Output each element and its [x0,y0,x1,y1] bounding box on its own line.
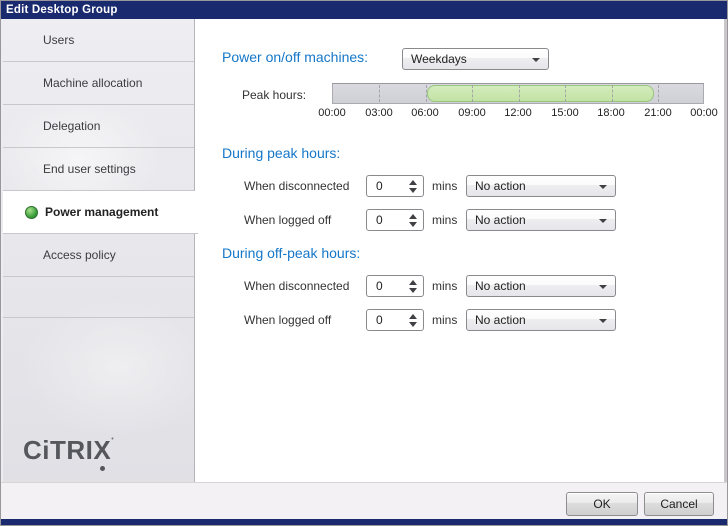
when-disconnected-label: When disconnected [244,179,350,193]
sidebar-item-delegation[interactable]: Delegation [3,105,194,148]
peak-loggedoff-action-select[interactable]: No action [466,209,616,231]
power-onoff-schedule-select[interactable]: Weekdays [402,48,549,70]
peak-disconnected-row: When disconnected 0 mins No action [198,175,724,197]
peak-disconnected-action-select[interactable]: No action [466,175,616,197]
sidebar-item-power-management[interactable]: Power management [3,191,198,234]
chevron-down-icon [599,285,607,289]
timeline-gridline [426,85,427,102]
sidebar-item-label: Delegation [43,119,101,133]
cancel-button[interactable]: Cancel [644,492,714,516]
when-disconnected-label: When disconnected [244,279,350,293]
during-peak-hours-heading: During peak hours: [222,145,341,161]
offpeak-disconnected-row: When disconnected 0 mins No action [198,275,724,297]
sidebar-item-machine-allocation[interactable]: Machine allocation [3,62,194,105]
timeline-gridline [658,85,659,102]
spin-down-icon[interactable] [409,221,417,227]
when-logged-off-label: When logged off [244,213,332,227]
offpeak-loggedoff-action-select[interactable]: No action [466,309,616,331]
sidebar-item-label: Access policy [43,248,116,262]
citrix-logo-dot [100,466,106,471]
power-onoff-heading: Power on/off machines: [222,49,369,65]
citrix-logo-text: CiTRIX [23,435,112,465]
offpeak-loggedoff-row: When logged off 0 mins No action [198,309,724,331]
window-title: Edit Desktop Group [6,4,118,16]
timeline-tick-label: 00:00 [690,107,718,119]
timeline-gridline [379,85,380,102]
power-management-status-icon [25,205,38,219]
citrix-logo: CiTRIX• [23,435,115,471]
timeline-tick-label: 21:00 [644,107,672,119]
chevron-down-icon [599,219,607,223]
spinner-value: 0 [376,213,383,227]
spin-down-icon[interactable] [409,187,417,193]
timeline-tick-label: 12:00 [504,107,532,119]
timeline-tick-label: 15:00 [551,107,579,119]
action-value: No action [475,313,526,327]
offpeak-disconnected-action-select[interactable]: No action [466,275,616,297]
sidebar-item-access-policy[interactable]: Access policy [3,234,194,277]
timeline-gridline [565,85,566,102]
timeline-tick-label: 18:00 [597,107,625,119]
peak-hours-bar[interactable] [427,85,654,102]
sidebar-filler [3,277,194,318]
sidebar-item-label: End user settings [43,162,136,176]
spin-up-icon[interactable] [409,179,417,185]
power-management-panel: Power on/off machines: Weekdays Peak hou… [198,19,724,484]
chevron-down-icon [599,319,607,323]
chevron-down-icon [532,58,540,62]
peak-disconnected-minutes-input[interactable]: 0 [366,175,424,197]
spin-up-icon[interactable] [409,279,417,285]
during-offpeak-hours-heading: During off-peak hours: [222,245,361,261]
sidebar: Users Machine allocation Delegation End … [1,19,198,484]
when-logged-off-label: When logged off [244,313,332,327]
action-value: No action [475,179,526,193]
spinner-value: 0 [376,179,383,193]
power-onoff-schedule-value: Weekdays [411,52,467,66]
peak-hours-label: Peak hours: [242,88,307,102]
timeline-gridline [519,85,520,102]
sidebar-item-users[interactable]: Users [3,19,194,62]
footer-bar: OK Cancel [1,482,727,519]
timeline-tick-label: 09:00 [458,107,486,119]
action-value: No action [475,279,526,293]
offpeak-disconnected-minutes-input[interactable]: 0 [366,275,424,297]
spin-up-icon[interactable] [409,213,417,219]
peak-loggedoff-row: When logged off 0 mins No action [198,209,724,231]
chevron-down-icon [599,185,607,189]
ok-button[interactable]: OK [566,492,638,516]
sidebar-item-end-user-settings[interactable]: End user settings [3,148,194,191]
title-bar: Edit Desktop Group [1,1,727,19]
peak-hours-track[interactable] [332,83,704,104]
sidebar-item-label: Power management [45,205,159,219]
timeline-tick-label: 06:00 [411,107,439,119]
sidebar-item-label: Machine allocation [43,76,143,90]
mins-label: mins [432,279,458,293]
mins-label: mins [432,213,458,227]
timeline-tick-label: 03:00 [365,107,393,119]
spin-down-icon[interactable] [409,287,417,293]
action-value: No action [475,213,526,227]
mins-label: mins [432,179,458,193]
window-bottom-strip [1,519,727,525]
window-right-edge [724,19,727,519]
timeline-gridline [612,85,613,102]
edit-desktop-group-dialog: Edit Desktop Group Users Machine allocat… [0,0,728,526]
peak-loggedoff-minutes-input[interactable]: 0 [366,209,424,231]
timeline-gridline [472,85,473,102]
sidebar-item-label: Users [43,33,75,47]
spin-down-icon[interactable] [409,321,417,327]
mins-label: mins [432,313,458,327]
timeline-tick-label: 00:00 [318,107,346,119]
spinner-value: 0 [376,279,383,293]
spin-up-icon[interactable] [409,313,417,319]
offpeak-loggedoff-minutes-input[interactable]: 0 [366,309,424,331]
spinner-value: 0 [376,313,383,327]
registered-mark-icon: • [111,436,115,443]
